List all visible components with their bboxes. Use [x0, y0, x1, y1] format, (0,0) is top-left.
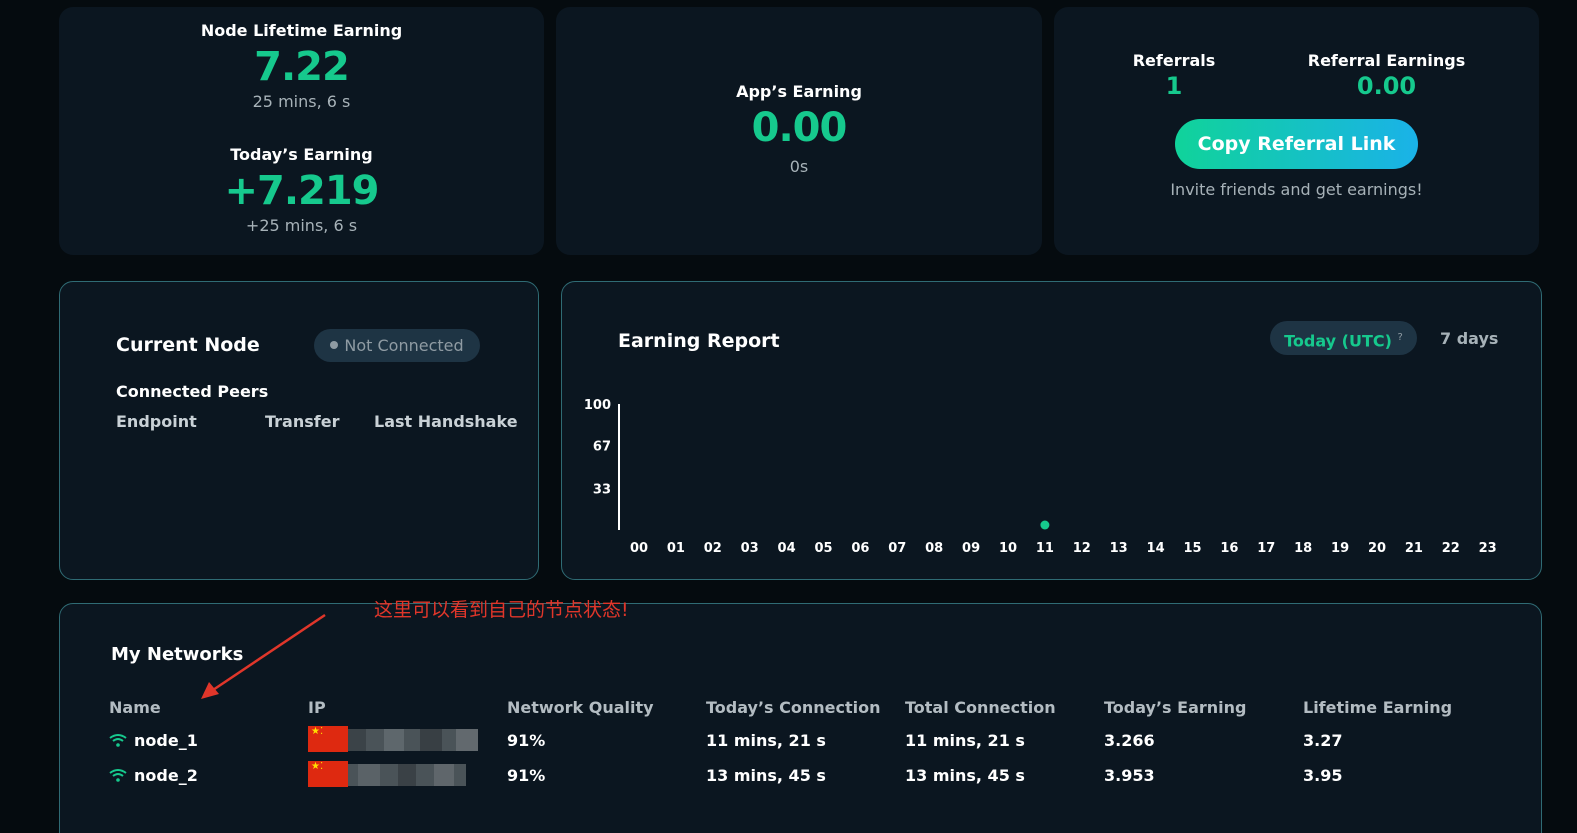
x-tick-label: 03 [741, 541, 759, 556]
x-tick-label: 12 [1073, 541, 1091, 556]
peers-col-transfer: Transfer [265, 412, 340, 431]
x-tick-label: 18 [1294, 541, 1312, 556]
app-earning-time: 0s [789, 157, 809, 176]
status-badge: Not Connected [314, 329, 480, 362]
x-tick-label: 07 [888, 541, 906, 556]
col-header-name: Name [109, 698, 161, 717]
col-header-today-earning: Today’s Earning [1104, 698, 1247, 717]
y-tick-label: 100 [584, 398, 611, 413]
earning-report-card: Earning Report Today (UTC) ? 7 days 100 6… [561, 281, 1542, 580]
current-node-title: Current Node [116, 334, 260, 356]
earning-report-title: Earning Report [618, 330, 780, 352]
app-earning-card: App’s Earning 0.00 0s [556, 7, 1042, 255]
referral-earnings-value: 0.00 [1356, 72, 1417, 100]
x-tick-label: 09 [962, 541, 980, 556]
x-tick-label: 14 [1147, 541, 1165, 556]
col-header-network-quality: Network Quality [507, 698, 654, 717]
range-today-toggle[interactable]: Today (UTC) ? [1270, 321, 1417, 355]
referrals-label: Referrals [1132, 51, 1216, 70]
app-earning-label: App’s Earning [736, 82, 862, 101]
x-tick-label: 08 [925, 541, 943, 556]
network-quality: 91% [507, 731, 546, 750]
x-tick-label: 02 [704, 541, 722, 556]
x-tick-label: 00 [630, 541, 648, 556]
wifi-icon [109, 734, 127, 747]
table-row[interactable]: node_1 ★⁚ 91% 11 mins, 21 s 11 mins, 21 … [60, 726, 1541, 761]
x-tick-label: 04 [778, 541, 796, 556]
range-today-label: Today (UTC) [1284, 331, 1392, 351]
y-tick-label: 33 [593, 482, 611, 497]
x-tick-label: 21 [1405, 541, 1423, 556]
invite-text: Invite friends and get earnings! [1170, 180, 1423, 199]
masked-ip [348, 729, 478, 751]
today-earning-label: Today’s Earning [230, 145, 373, 164]
today-earning: 3.953 [1104, 766, 1155, 785]
col-header-total-connection: Total Connection [905, 698, 1056, 717]
today-earning-value: +7.219 [224, 168, 379, 214]
total-connection: 13 mins, 45 s [905, 766, 1025, 785]
today-earning-time: +25 mins, 6 s [245, 216, 358, 235]
col-header-today-connection: Today’s Connection [706, 698, 881, 717]
masked-ip [348, 764, 466, 786]
lifetime-earning: 3.95 [1303, 766, 1343, 785]
node-earning-card: Node Lifetime Earning 7.22 25 mins, 6 s … [59, 7, 544, 255]
peers-col-endpoint: Endpoint [116, 412, 197, 431]
node-lifetime-time: 25 mins, 6 s [252, 92, 351, 111]
help-icon: ? [1397, 332, 1403, 343]
referral-card: Referrals 1 Referral Earnings 0.00 Copy … [1054, 7, 1539, 255]
range-7days-toggle[interactable]: 7 days [1440, 329, 1498, 348]
node-lifetime-label: Node Lifetime Earning [200, 21, 403, 40]
status-dot-icon [330, 340, 339, 349]
x-tick-label: 22 [1442, 541, 1460, 556]
current-node-card: Current Node Not Connected Connected Pee… [59, 281, 539, 580]
peers-col-last-handshake: Last Handshake [374, 412, 518, 431]
referral-earnings-stat: Referral Earnings 0.00 [1304, 51, 1469, 102]
china-flag-icon: ★⁚ [308, 761, 348, 787]
x-tick-label: 15 [1183, 541, 1201, 556]
today-connection: 13 mins, 45 s [706, 766, 826, 785]
x-tick-label: 01 [667, 541, 685, 556]
annotation-arrow-icon [201, 613, 326, 699]
status-text: Not Connected [344, 336, 464, 355]
x-tick-label: 11 [1036, 541, 1054, 556]
data-point[interactable] [1040, 520, 1050, 530]
annotation-text: 这里可以看到自己的节点状态! [374, 599, 629, 621]
x-tick-label: 05 [814, 541, 832, 556]
copy-referral-link-button[interactable]: Copy Referral Link [1175, 119, 1418, 169]
node-name: node_2 [134, 766, 198, 785]
lifetime-earning: 3.27 [1303, 731, 1343, 750]
node-lifetime-value: 7.22 [254, 44, 350, 90]
today-earning: 3.266 [1104, 731, 1155, 750]
x-tick-label: 17 [1257, 541, 1275, 556]
referrals-value: 1 [1165, 72, 1183, 100]
y-tick-label: 67 [593, 440, 611, 455]
x-tick-label: 19 [1331, 541, 1349, 556]
x-tick-label: 13 [1110, 541, 1128, 556]
x-tick-label: 23 [1479, 541, 1497, 556]
x-tick-label: 16 [1220, 541, 1238, 556]
dashboard-page: Node Lifetime Earning 7.22 25 mins, 6 s … [0, 0, 1577, 833]
referral-earnings-label: Referral Earnings [1307, 51, 1466, 70]
wifi-icon [109, 769, 127, 782]
earning-chart: 100 67 33 00 01 02 03 04 05 06 07 08 09 10 11 12 13 14 15 1… [584, 398, 1497, 556]
node-name: node_1 [134, 731, 198, 750]
col-header-lifetime-earning: Lifetime Earning [1303, 698, 1453, 717]
x-tick-label: 06 [851, 541, 869, 556]
china-flag-icon: ★⁚ [308, 726, 348, 752]
table-row[interactable]: node_2 ★⁚ 91% 13 mins, 45 s 13 mins, 45 … [60, 761, 1541, 796]
connected-peers-title: Connected Peers [116, 382, 269, 401]
x-tick-label: 10 [999, 541, 1017, 556]
total-connection: 11 mins, 21 s [905, 731, 1025, 750]
app-earning-value: 0.00 [751, 105, 848, 151]
x-tick-label: 20 [1368, 541, 1386, 556]
network-quality: 91% [507, 766, 546, 785]
referrals-stat: Referrals 1 [1124, 51, 1224, 102]
today-connection: 11 mins, 21 s [706, 731, 826, 750]
